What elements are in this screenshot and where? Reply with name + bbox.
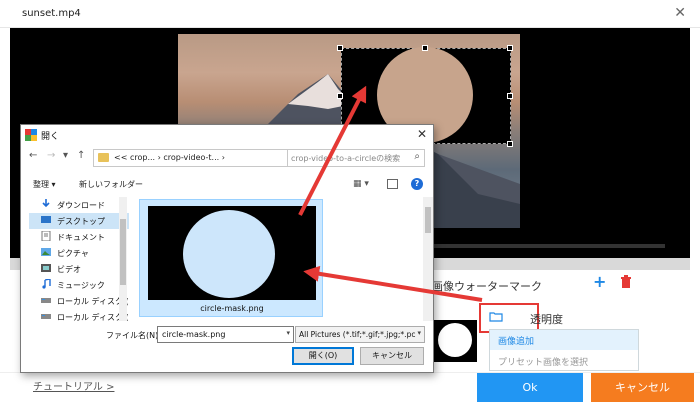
trash-icon[interactable] (620, 275, 632, 288)
sidebar-item-videos[interactable]: ビデオ (29, 261, 129, 277)
dialog-cancel-button[interactable]: キャンセル (360, 347, 424, 365)
folder-icon (98, 153, 109, 162)
dialog-close-icon[interactable]: ✕ (417, 127, 427, 141)
dialog-toolbar: 整理 ▾ 新しいフォルダー ▦ ▾ ? (21, 175, 433, 195)
app-icon (25, 129, 37, 141)
file-item[interactable]: circle-mask.png (139, 199, 323, 317)
window-titlebar: sunset.mp4 ✕ (0, 0, 700, 28)
up-arrow-icon[interactable]: ↑ (77, 150, 85, 161)
search-icon[interactable]: ⌕ (414, 151, 420, 162)
filename-input[interactable]: circle-mask.png ▾ (157, 326, 294, 343)
opacity-label: 透明度 (530, 313, 563, 326)
open-button[interactable]: 開く(O) (292, 347, 354, 365)
filetype-select[interactable]: All Pictures (*.tif;*.gif;*.jpg;*.pc ▾ (295, 326, 425, 343)
resize-handle[interactable] (422, 45, 428, 51)
sidebar-item-desktop[interactable]: デスクトップ (29, 213, 129, 229)
add-icon[interactable]: + (593, 272, 606, 291)
sidebar-item-local-disk[interactable]: ローカル ディスク (C (29, 293, 129, 309)
close-icon[interactable]: ✕ (674, 5, 686, 21)
download-icon (42, 199, 50, 208)
open-file-dialog: 開く ✕ ← → ▾ ↑ << crop... › crop-video-t..… (20, 124, 434, 373)
window-title: sunset.mp4 (22, 8, 81, 19)
sidebar-item-pictures[interactable]: ピクチャ (29, 245, 129, 261)
tutorial-link[interactable]: チュートリアル > (33, 378, 114, 393)
sidebar-item-downloads[interactable]: ダウンロード (29, 197, 129, 213)
resize-handle[interactable] (507, 45, 513, 51)
document-icon (41, 231, 51, 241)
sidebar-scrollbar[interactable] (119, 197, 127, 321)
forward-arrow-icon[interactable]: → (47, 150, 55, 161)
picture-icon (41, 248, 51, 256)
thumbnail-circle (183, 210, 275, 298)
view-options-icon[interactable]: ▦ ▾ (353, 179, 369, 189)
navigation-row: ← → ▾ ↑ << crop... › crop-video-t... › ▾… (21, 147, 433, 169)
desktop-icon (41, 216, 51, 223)
ok-button[interactable]: Ok (477, 373, 583, 402)
search-placeholder: crop-video-to-a-circleの検索 (291, 154, 401, 163)
watermark-thumbnail[interactable] (432, 320, 477, 362)
chevron-down-icon[interactable]: ▾ (286, 329, 290, 337)
drive-icon (41, 314, 51, 319)
address-path: << crop... › crop-video-t... › (114, 153, 225, 162)
cancel-button[interactable]: キャンセル (591, 373, 694, 402)
file-list: circle-mask.png (131, 197, 421, 321)
preview-pane-icon[interactable] (387, 179, 398, 189)
menu-item-add-image[interactable]: 画像追加 (490, 330, 638, 350)
sidebar-item-documents[interactable]: ドキュメント (29, 229, 129, 245)
resize-handle[interactable] (507, 141, 513, 147)
back-arrow-icon[interactable]: ← (29, 150, 37, 161)
sidebar-item-local-disk[interactable]: ローカル ディスク (C (29, 309, 129, 321)
history-dropdown-icon[interactable]: ▾ (63, 150, 68, 161)
scrollbar-thumb[interactable] (120, 219, 126, 285)
add-image-menu: 画像追加 プリセット画像を選択 (489, 329, 639, 371)
organize-button[interactable]: 整理 ▾ (33, 179, 56, 190)
file-name: circle-mask.png (200, 304, 264, 313)
menu-item-select-preset[interactable]: プリセット画像を選択 (490, 351, 638, 371)
dialog-title: 開く (41, 132, 60, 142)
file-thumbnail (148, 206, 316, 300)
filename-label: ファイル名(N): (106, 331, 161, 340)
navigation-sidebar: ダウンロード デスクトップ ドキュメント ピクチャ ビデオ ミュージック ローカ… (29, 197, 129, 321)
music-icon (42, 279, 51, 289)
dialog-titlebar: 開く ✕ (21, 125, 433, 145)
scrollbar-thumb[interactable] (425, 207, 431, 233)
help-icon[interactable]: ? (411, 178, 423, 190)
resize-handle[interactable] (337, 93, 343, 99)
resize-handle[interactable] (337, 45, 343, 51)
folder-icon[interactable] (489, 311, 503, 322)
sidebar-item-music[interactable]: ミュージック (29, 277, 129, 293)
watermark-section-title: 画像ウォーターマーク (432, 280, 542, 293)
file-list-scrollbar[interactable] (423, 197, 433, 321)
search-input[interactable]: crop-video-to-a-circleの検索 ⌕ (287, 149, 425, 167)
new-folder-button[interactable]: 新しいフォルダー (79, 179, 143, 190)
drive-icon (41, 298, 51, 303)
chevron-down-icon[interactable]: ▾ (417, 329, 421, 337)
video-icon (41, 264, 51, 272)
resize-handle[interactable] (507, 93, 513, 99)
thumbnail-circle (438, 323, 472, 357)
